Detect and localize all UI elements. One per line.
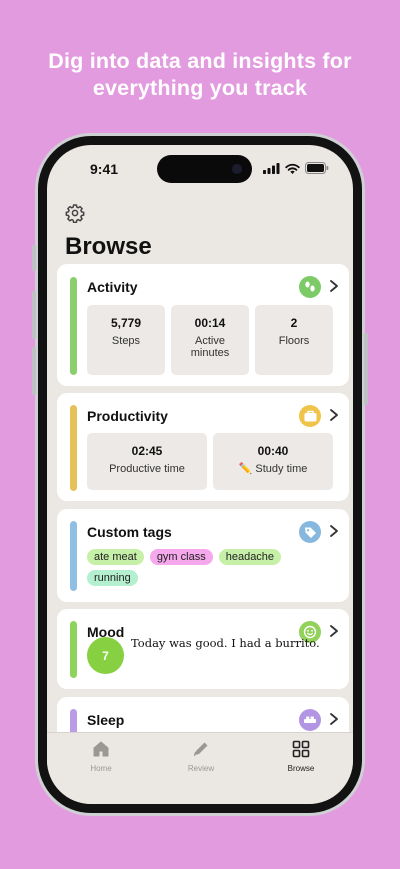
battery-icon [305,162,329,174]
activity-footprints-icon [299,276,321,298]
action-button [32,245,36,271]
productivity-briefcase-icon [299,405,321,427]
settings-gear-icon[interactable] [65,203,85,224]
tag-chip[interactable]: ate meat [87,549,144,565]
tab-review[interactable]: Review [161,739,241,773]
sleep-bed-icon [299,709,321,731]
status-icons [263,162,329,174]
promo-headline-line-2: everything you track [92,76,308,100]
stat-label: Steps [111,335,141,347]
productivity-stat-productive-time: 02:45 Productive time [87,433,207,490]
sleep-color-bar [70,709,77,734]
tab-home[interactable]: Home [61,739,141,773]
stat-label: ✏️ Study time [238,463,308,475]
wifi-icon [285,163,300,174]
volume-up-button [32,291,36,339]
pencil-icon [193,742,208,757]
tab-browse-label: Browse [287,764,315,773]
sleep-card-title: Sleep [87,712,125,728]
stat-value: 00:40 [257,444,289,458]
tab-browse[interactable]: Browse [261,739,341,773]
stat-value: 5,779 [110,316,142,330]
custom-tags-color-bar [70,521,77,591]
tag-list: ate meat gym class headache running [87,549,317,586]
app-screen: 9:41 Browse Activity 5,779 Steps 00:14 A… [47,145,353,804]
phone-frame: 9:41 Browse Activity 5,779 Steps 00:14 A… [32,133,368,816]
activity-chevron-right-icon[interactable] [327,276,341,296]
custom-tags-chevron-right-icon[interactable] [327,521,341,541]
mood-note: Today was good. I had a burrito. [131,636,320,650]
tag-chip[interactable]: gym class [149,549,213,565]
mood-chevron-right-icon[interactable] [327,621,341,641]
stat-value: 00:14 [194,316,226,330]
productivity-stat-study-time: 00:40 ✏️ Study time [213,433,333,490]
activity-color-bar [70,277,77,375]
grid-icon [292,740,310,758]
activity-stat-floors: 2 Floors [255,305,333,375]
activity-stat-steps: 5,779 Steps [87,305,165,375]
bottom-tab-bar: Home Review Browse [47,732,353,804]
cellular-signal-icon [263,162,280,174]
sleep-chevron-right-icon[interactable] [327,709,341,729]
stat-value: 2 [290,316,298,330]
stat-value: 02:45 [131,444,163,458]
status-time: 9:41 [90,161,119,177]
status-bar: 9:41 [47,145,353,195]
stat-label: Floors [278,335,310,347]
promo-headline: Dig into data and insights for everythin… [0,48,400,102]
stat-label: Active minutes [190,335,230,359]
mood-color-bar [70,621,77,678]
activity-card[interactable]: Activity 5,779 Steps 00:14 Active minute… [57,264,349,386]
browse-card-list[interactable]: Activity 5,779 Steps 00:14 Active minute… [57,264,349,734]
productivity-card-title: Productivity [87,408,168,424]
sleep-card[interactable]: Sleep [57,697,349,734]
dynamic-island [157,155,252,183]
productivity-chevron-right-icon[interactable] [327,405,341,425]
volume-down-button [32,347,36,395]
activity-stat-active-minutes: 00:14 Active minutes [171,305,249,375]
productivity-card[interactable]: Productivity 02:45 Productive time 00:40 [57,393,349,501]
mood-score-badge: 7 [87,637,124,674]
mood-card[interactable]: Mood 7 Today was good. I had a burrito. [57,609,349,689]
stat-label: Productive time [109,463,185,475]
promo-headline-line-1: Dig into data and insights for [48,49,352,73]
custom-tags-tag-icon [299,521,321,543]
productivity-color-bar [70,405,77,491]
tab-review-label: Review [187,764,215,773]
tag-chip[interactable]: headache [218,549,282,565]
tab-home-label: Home [90,764,112,773]
power-button [364,333,368,405]
activity-card-title: Activity [87,279,138,295]
page-title: Browse [65,233,152,260]
custom-tags-card[interactable]: Custom tags ate meat gym class headache … [57,509,349,602]
home-icon [93,741,109,757]
custom-tags-card-title: Custom tags [87,524,172,540]
tag-chip[interactable]: running [87,570,138,586]
